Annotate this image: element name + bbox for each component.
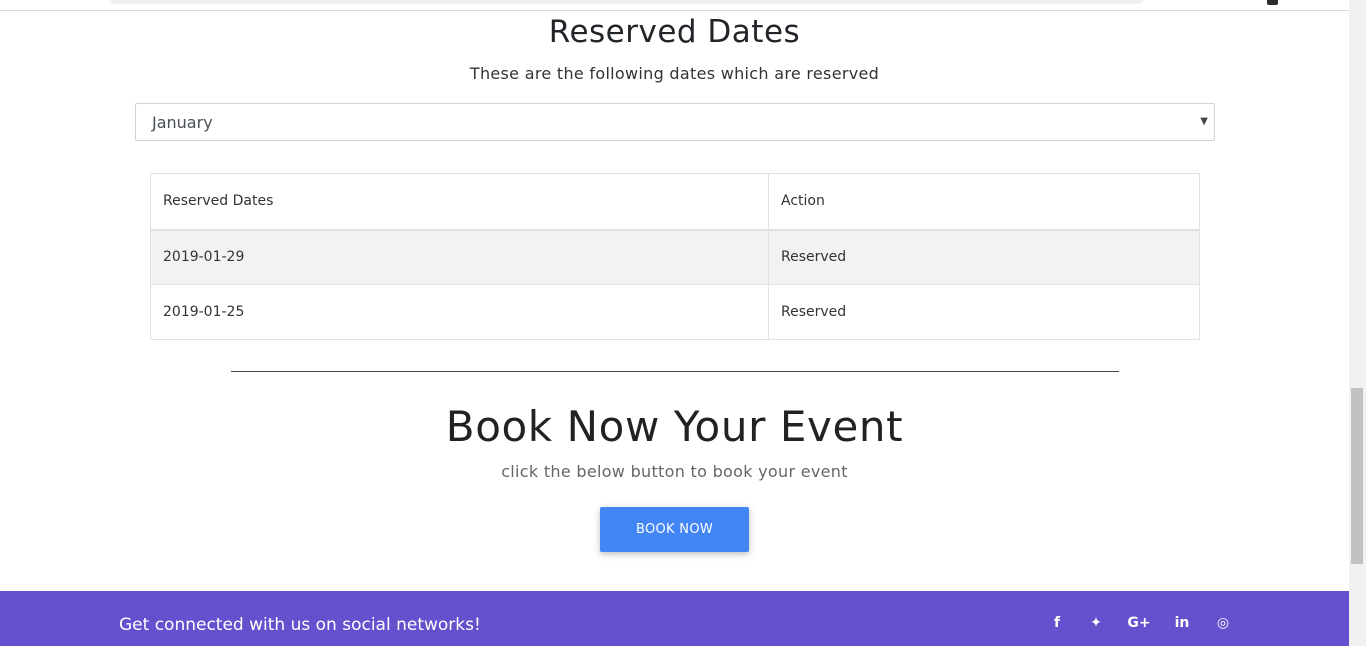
reserved-dates-table: Reserved Dates Action 2019-01-29 Reserve… (150, 173, 1200, 340)
reserved-date-cell: 2019-01-29 (150, 229, 769, 285)
page-subtitle: These are the following dates which are … (469, 64, 880, 83)
table-header-row: Reserved Dates Action (150, 173, 1200, 231)
scrollbar-thumb[interactable] (1351, 388, 1363, 564)
footer-tagline: Get connected with us on social networks… (119, 615, 481, 635)
page-scrollbar[interactable] (1349, 0, 1366, 646)
twitter-icon[interactable]: ✦ (1084, 615, 1108, 631)
table-row: 2019-01-29 Reserved (150, 229, 1200, 285)
booking-subtitle: click the below button to book your even… (501, 462, 848, 481)
section-divider (231, 371, 1119, 372)
action-cell: Reserved (768, 284, 1200, 340)
month-select[interactable]: January ▼ (135, 103, 1215, 141)
linkedin-icon[interactable]: in (1170, 615, 1194, 631)
month-select-value: January (152, 113, 213, 132)
instagram-icon[interactable]: ◎ (1211, 615, 1235, 631)
action-cell: Reserved (768, 229, 1200, 285)
table-row: 2019-01-25 Reserved (150, 284, 1200, 340)
address-bar-edge (108, 0, 1144, 4)
facebook-icon[interactable]: f (1045, 615, 1069, 631)
column-header-action: Action (768, 173, 1200, 231)
booking-title: Book Now Your Event (445, 402, 904, 451)
reserved-date-cell: 2019-01-25 (150, 284, 769, 340)
google-plus-icon[interactable]: G+ (1127, 615, 1151, 631)
book-now-button[interactable]: BOOK NOW (600, 507, 749, 552)
browser-top-edge (0, 0, 1349, 11)
footer-social-bar: Get connected with us on social networks… (0, 591, 1349, 646)
column-header-reserved-dates: Reserved Dates (150, 173, 769, 231)
chevron-down-icon: ▼ (1200, 116, 1208, 127)
page-title: Reserved Dates (548, 14, 801, 50)
toolbar-icon-edge (1267, 0, 1278, 5)
